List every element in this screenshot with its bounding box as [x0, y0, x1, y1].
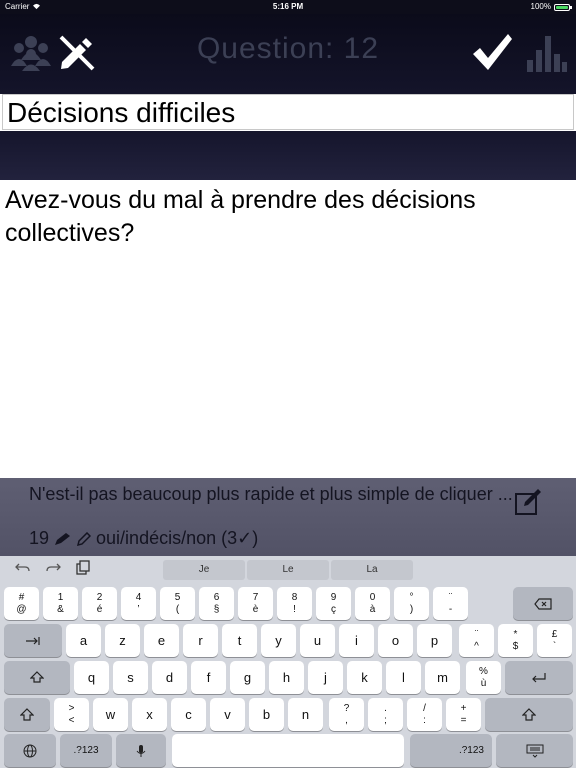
list-item-meta: 19 oui/indécis/non (3✓) [29, 528, 258, 549]
pencil-outline-icon [77, 531, 92, 546]
key-`[interactable]: £ ` [537, 624, 572, 657]
keyboard: Je Le La # @1 & 2 é 4’ 5(6 § 7 è 8! 9 ç 0 à °) ¨ - a z e r t y u… [0, 556, 576, 768]
key-![interactable]: 8! [277, 587, 312, 620]
key-d[interactable]: d [152, 661, 187, 694]
stats-icon[interactable] [525, 34, 567, 72]
key-@[interactable]: # @ [4, 587, 39, 620]
globe-icon [23, 744, 37, 757]
status-bar: Carrier 5:16 PM 100% [0, 0, 576, 14]
key-$[interactable]: * $ [498, 624, 533, 657]
key-z[interactable]: z [105, 624, 140, 657]
tab-icon [26, 636, 40, 645]
key-l[interactable]: l [386, 661, 421, 694]
key-’[interactable]: 4’ [121, 587, 156, 620]
answer-options: oui/indécis/non [96, 528, 217, 548]
key-g[interactable]: g [230, 661, 265, 694]
key-i[interactable]: i [339, 624, 374, 657]
numbers-key-left[interactable]: .?123 [60, 734, 112, 767]
return-icon [532, 672, 546, 682]
key-percent[interactable]: % ù [466, 661, 501, 694]
shift-key-left[interactable] [4, 698, 50, 731]
key--[interactable]: ¨ - [433, 587, 468, 620]
key-o[interactable]: o [378, 624, 413, 657]
shift-icon [20, 707, 34, 721]
key-c[interactable]: c [171, 698, 206, 731]
keyboard-dismiss-icon [526, 744, 543, 758]
title-input[interactable]: Décisions difficiles [2, 94, 574, 130]
dictation-key[interactable] [116, 734, 166, 767]
suggestion-3[interactable]: La [331, 560, 413, 580]
key-punct-1[interactable]: .; [368, 698, 403, 731]
key-([interactable]: 5( [160, 587, 195, 620]
key-angle[interactable]: > < [54, 698, 89, 731]
key-h[interactable]: h [269, 661, 304, 694]
shift-icon [522, 707, 536, 721]
battery-percent: 100% [530, 2, 551, 11]
response-count: 19 [29, 528, 50, 548]
suggestion-2[interactable]: Le [247, 560, 329, 580]
numbers-key-right[interactable]: .?123 [410, 734, 492, 767]
key-n[interactable]: n [288, 698, 323, 731]
key-u[interactable]: u [300, 624, 335, 657]
key-e[interactable]: e [144, 624, 179, 657]
key-j[interactable]: j [308, 661, 343, 694]
key-f[interactable]: f [191, 661, 226, 694]
app-header: Question: 12 [0, 14, 576, 94]
key-è[interactable]: 7è [238, 587, 273, 620]
key-a[interactable]: a [66, 624, 101, 657]
question-text[interactable]: Avez-vous du mal à prendre des décisions… [5, 184, 565, 250]
paste-icon[interactable] [76, 560, 90, 576]
dismiss-keyboard-key[interactable] [496, 734, 573, 767]
key-x[interactable]: x [132, 698, 167, 731]
key-&[interactable]: 1 & [43, 587, 78, 620]
return-key[interactable] [505, 661, 573, 694]
globe-key[interactable] [4, 734, 56, 767]
clock: 5:16 PM [272, 2, 304, 11]
key-punct-3[interactable]: + = [446, 698, 481, 731]
key-é[interactable]: 2é [82, 587, 117, 620]
keyboard-toolbar: Je Le La [0, 556, 576, 583]
key-b[interactable]: b [249, 698, 284, 731]
compose-icon[interactable] [514, 488, 542, 516]
key-^[interactable]: ¨ ^ [459, 624, 494, 657]
caps-lock-key[interactable] [4, 661, 70, 694]
key-m[interactable]: m [425, 661, 460, 694]
caps-lock-icon [30, 670, 44, 683]
key-)[interactable]: °) [394, 587, 429, 620]
key-q[interactable]: q [74, 661, 109, 694]
answered-count: (3✓) [221, 528, 259, 548]
key-w[interactable]: w [93, 698, 128, 731]
key-punct-0[interactable]: ?, [329, 698, 364, 731]
checkmark-icon[interactable] [470, 32, 514, 72]
space-bar[interactable] [172, 734, 404, 767]
shift-key-right[interactable] [485, 698, 573, 731]
key-v[interactable]: v [210, 698, 245, 731]
pencil-icon [55, 532, 71, 545]
key-y[interactable]: y [261, 624, 296, 657]
key-t[interactable]: t [222, 624, 257, 657]
key-k[interactable]: k [347, 661, 382, 694]
redo-icon[interactable] [45, 560, 61, 576]
microphone-icon [136, 744, 146, 757]
delete-key[interactable] [513, 587, 573, 620]
key-§[interactable]: 6 § [199, 587, 234, 620]
key-ç[interactable]: 9ç [316, 587, 351, 620]
suggestion-1[interactable]: Je [163, 560, 245, 580]
battery-icon [554, 3, 572, 11]
list-item-text: N'est-il pas beaucoup plus rapide et plu… [29, 484, 513, 504]
battery-indicator: 100% [530, 0, 572, 14]
key-p[interactable]: p [417, 624, 452, 657]
header-band [0, 131, 576, 180]
key-s[interactable]: s [113, 661, 148, 694]
key-punct-2[interactable]: /: [407, 698, 442, 731]
tab-key[interactable] [4, 624, 62, 657]
key-à[interactable]: 0à [355, 587, 390, 620]
backspace-icon [534, 597, 552, 610]
undo-icon[interactable] [15, 560, 31, 576]
key-r[interactable]: r [183, 624, 218, 657]
